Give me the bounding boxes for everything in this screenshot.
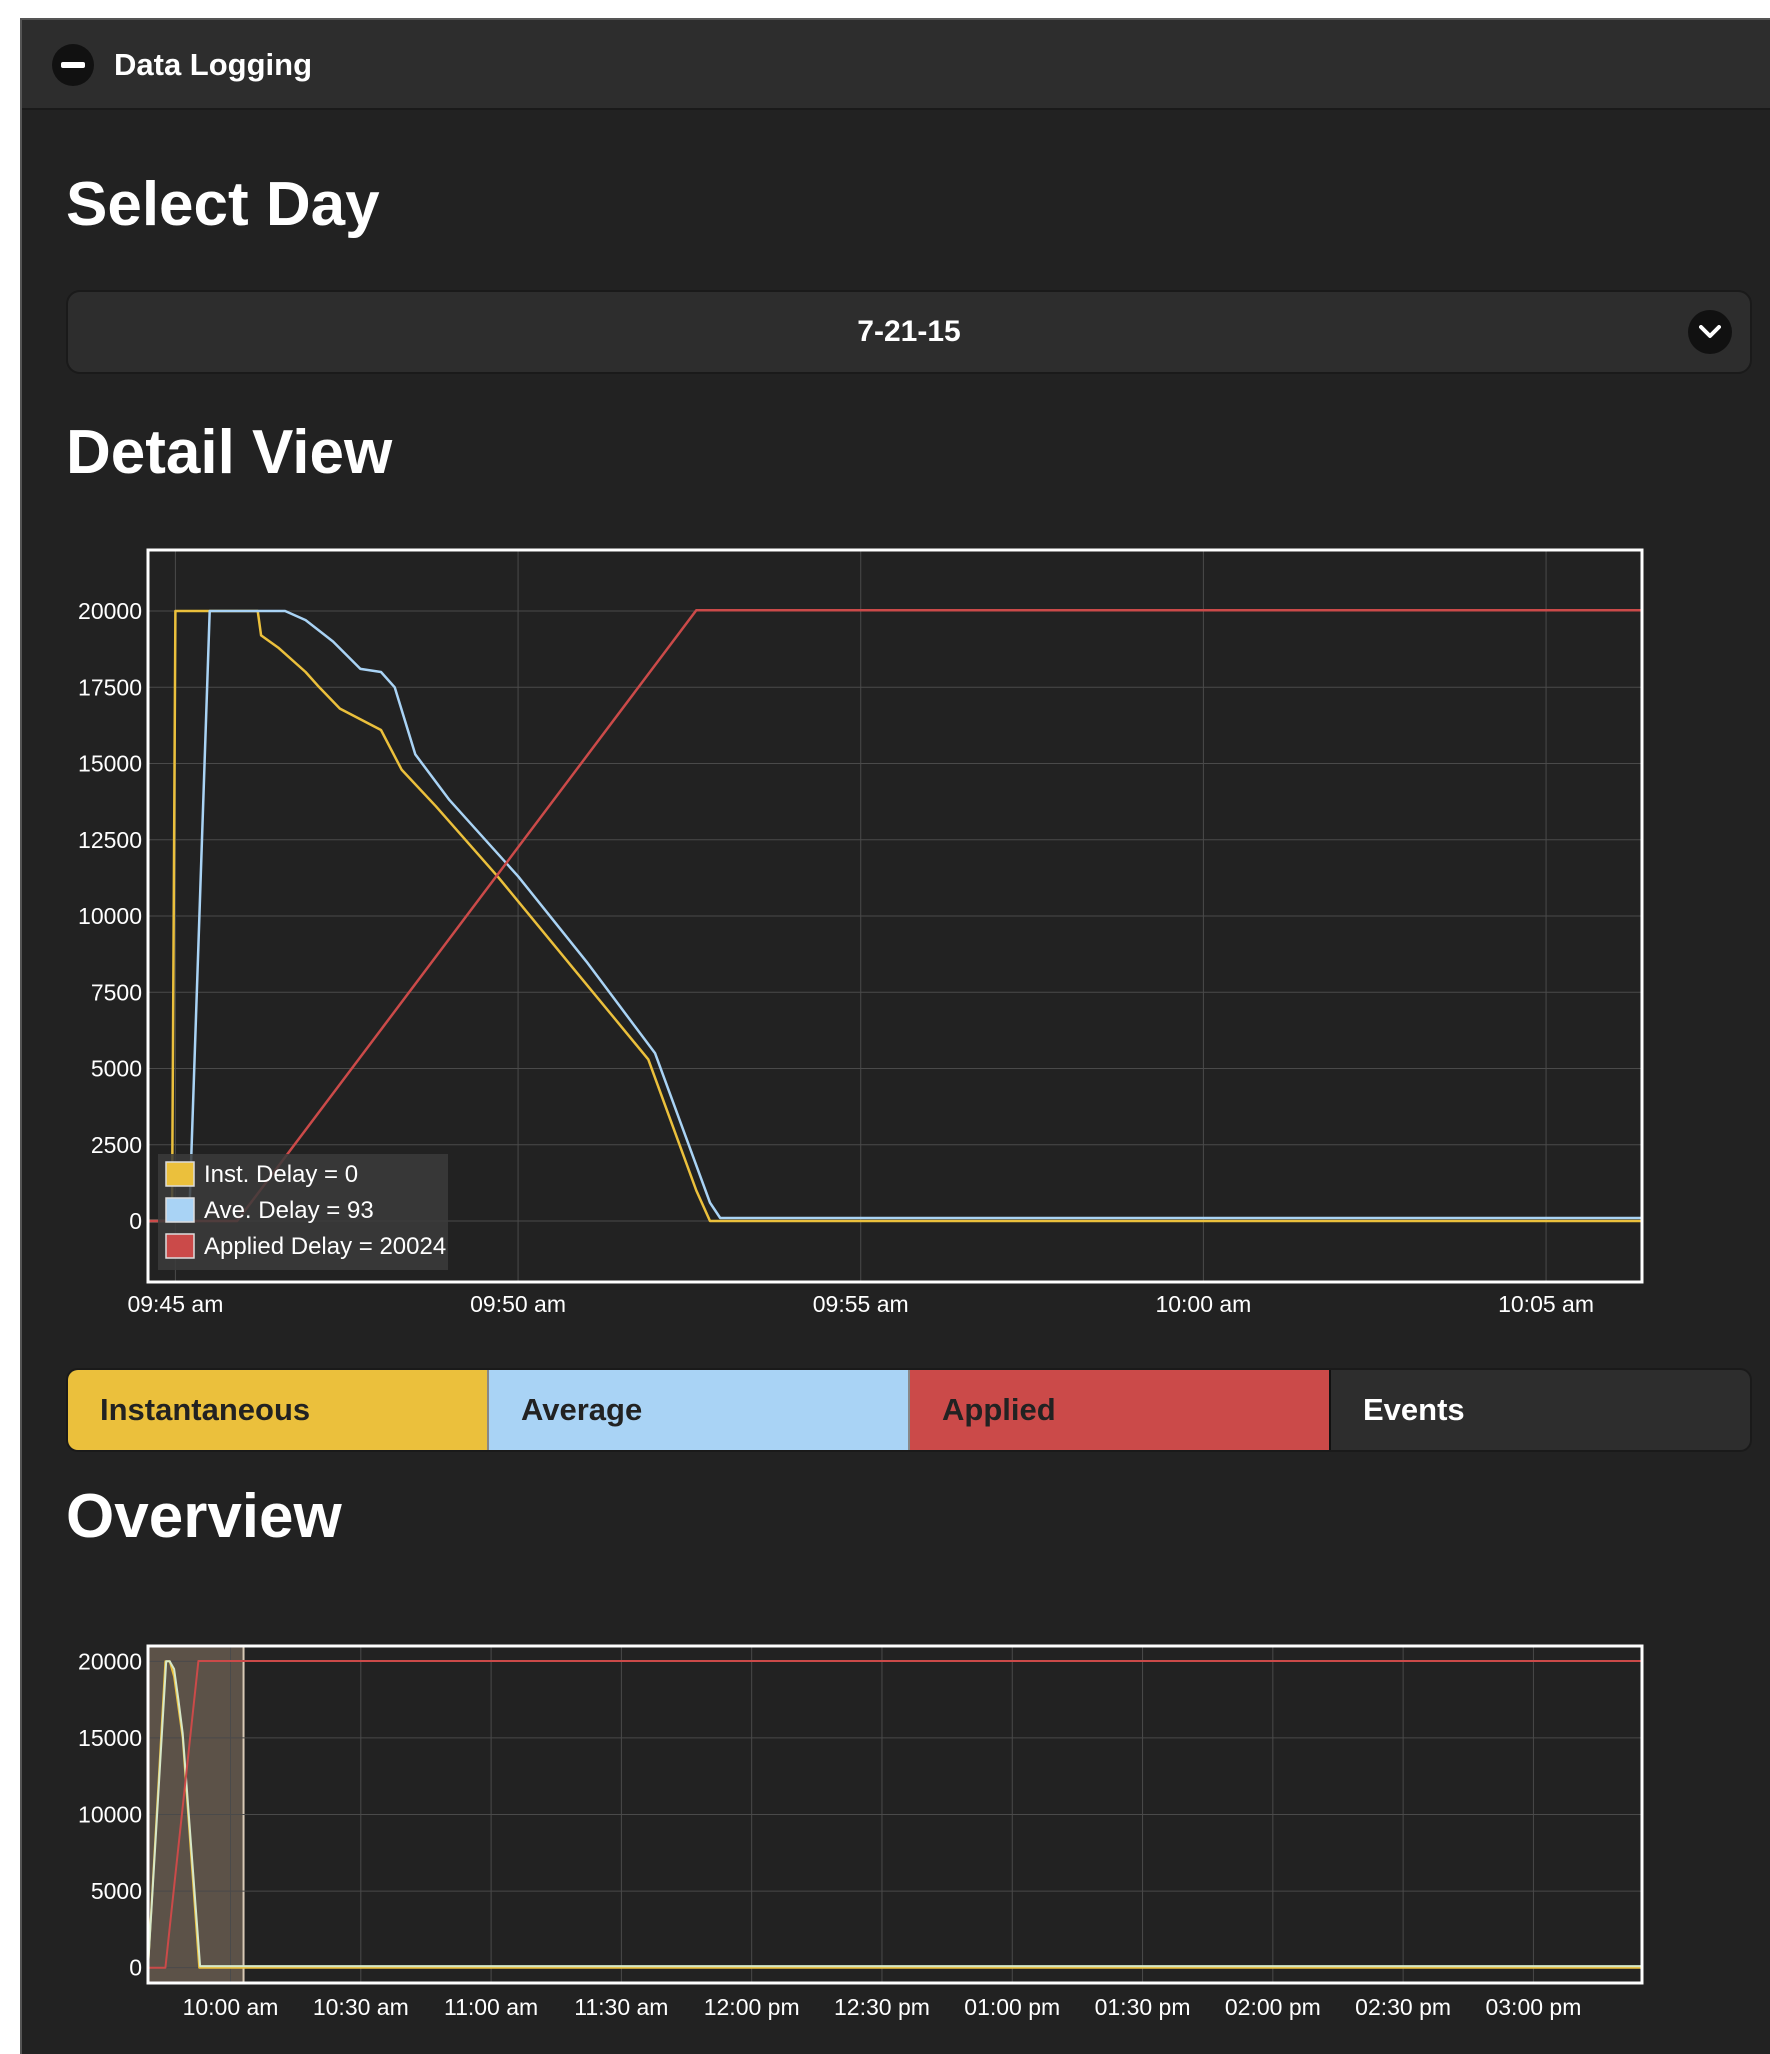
applied-toggle[interactable]: Applied [908,1370,1329,1450]
x-tick-label: 09:50 am [470,1291,566,1317]
y-tick-label: 5000 [91,1056,142,1082]
y-tick-label: 15000 [78,1725,142,1751]
detail-chart[interactable]: 09:45 am 09:50 am 09:55 am 10:00 am 10:05 am… [22,540,1770,1370]
legend-label: Ave. Delay = 93 [204,1197,374,1224]
y-tick-label: 2500 [91,1132,142,1158]
y-tick-label: 5000 [91,1878,142,1904]
x-tick-label: 02:00 pm [1225,1994,1321,2020]
x-tick-label: 03:00 pm [1485,1994,1581,2020]
overview-chart[interactable]: 10:00 am 10:30 am 11:00 am 11:30 am 12:00 pm… [22,1620,1770,2040]
x-tick-label: 09:55 am [813,1291,909,1317]
x-tick-label: 10:05 am [1498,1291,1594,1317]
data-logging-panel: Data Logging Select Day 7-21-15 Detail V… [20,18,1770,2054]
y-tick-label: 20000 [78,1648,142,1674]
select-day-heading: Select Day [66,170,380,239]
panel-title: Data Logging [114,47,313,82]
series-toggle-bar: Instantaneous Average Applied Events [66,1368,1752,1452]
x-tick-label: 01:30 pm [1095,1994,1191,2020]
y-tick-label: 0 [129,1208,142,1234]
x-tick-label: 12:30 pm [834,1994,930,2020]
instantaneous-toggle[interactable]: Instantaneous [68,1370,487,1450]
chevron-down-icon [1688,310,1732,354]
x-tick-label: 11:00 am [444,1994,538,2020]
legend-label: Applied Delay = 20024 [204,1233,446,1260]
y-tick-label: 7500 [91,979,142,1005]
x-tick-label: 09:45 am [127,1291,223,1317]
day-select[interactable]: 7-21-15 [66,290,1752,374]
legend-swatch [165,1161,195,1187]
collapse-icon[interactable] [52,44,94,86]
x-tick-label: 10:00 am [183,1994,279,2020]
day-select-value: 7-21-15 [857,315,961,348]
y-tick-label: 20000 [78,598,142,624]
legend-swatch [165,1233,195,1259]
y-tick-label: 0 [129,1955,142,1981]
x-tick-label: 10:00 am [1155,1291,1251,1317]
overview-heading: Overview [66,1482,342,1551]
detail-view-heading: Detail View [66,418,393,487]
panel-header[interactable]: Data Logging [22,20,1770,110]
y-tick-label: 10000 [78,903,142,929]
legend-swatch [165,1197,195,1223]
y-tick-label: 17500 [78,674,142,700]
x-tick-label: 01:00 pm [964,1994,1060,2020]
x-tick-label: 12:00 pm [704,1994,800,2020]
y-tick-label: 15000 [78,751,142,777]
legend-label: Inst. Delay = 0 [204,1161,358,1188]
x-tick-label: 02:30 pm [1355,1994,1451,2020]
y-tick-label: 12500 [78,827,142,853]
average-toggle[interactable]: Average [487,1370,908,1450]
y-tick-label: 10000 [78,1802,142,1828]
x-tick-label: 11:30 am [574,1994,668,2020]
events-toggle[interactable]: Events [1329,1370,1750,1450]
x-tick-label: 10:30 am [313,1994,409,2020]
